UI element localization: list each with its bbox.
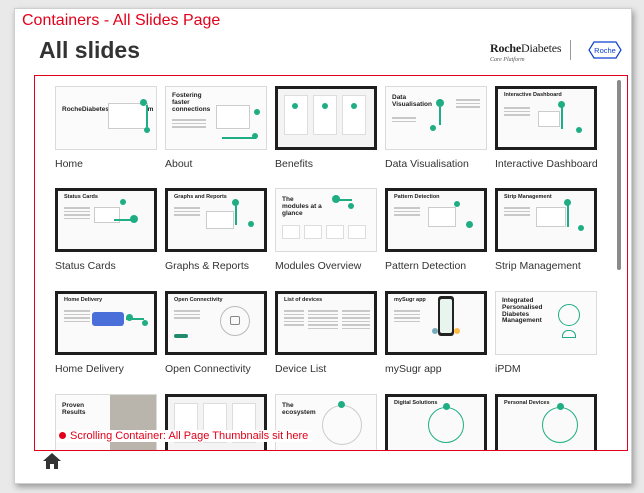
slide-tile-interactive-dashboard[interactable]: Interactive Dashboard Interactive Dashbo… xyxy=(495,86,598,170)
brand-name-light: Diabetes xyxy=(521,41,562,55)
slide-thumbnail: Digital Solutions xyxy=(385,394,487,450)
thumb-title: Open Connectivity xyxy=(174,297,223,303)
slide-thumbnail: Home Delivery xyxy=(55,291,157,355)
slide-tile-graphs-reports[interactable]: Graphs and Reports Graphs & Reports xyxy=(165,188,267,272)
slide-label: Strip Management xyxy=(495,260,581,272)
slide-label: Pattern Detection xyxy=(385,260,467,272)
slide-thumbnail: Strip Management xyxy=(495,188,597,252)
slide-tile-open-connectivity[interactable]: Open Connectivity Open Connectivity xyxy=(165,291,267,375)
slide-thumbnail xyxy=(275,86,377,150)
thumb-title: Strip Management xyxy=(504,194,552,200)
slide-tile-status-cards[interactable]: Status Cards Status Cards xyxy=(55,188,157,272)
thumb-title: Interactive Dashboard xyxy=(504,92,562,98)
slide-thumbnail: Personal Devices xyxy=(495,394,597,450)
slide-thumbnail xyxy=(165,394,267,450)
slide-label: About xyxy=(165,158,193,170)
slide-tile-modules-overview[interactable]: The modules at a glance Modules Overview xyxy=(275,188,377,272)
annotation-bullet xyxy=(59,432,66,439)
slide-thumbnail: Graphs and Reports xyxy=(165,188,267,252)
slide-label: Data Visualisation xyxy=(385,158,469,170)
slide-tile-digital-solutions[interactable]: Digital Solutions xyxy=(385,394,487,450)
annotation-page-label: Containers - All Slides Page xyxy=(22,12,221,29)
thumb-title: Proven Results xyxy=(62,402,86,416)
scrollbar[interactable] xyxy=(617,80,621,270)
slide-tile-device-list[interactable]: List of devices Device List xyxy=(275,291,377,375)
brand-name-bold: Roche xyxy=(490,41,521,55)
thumb-title: The ecosystem xyxy=(282,402,316,416)
slide-thumbnail: The modules at a glance xyxy=(275,188,377,252)
slide-label: Interactive Dashboard xyxy=(495,158,598,170)
slide-tile-ecosystem[interactable]: The ecosystem xyxy=(275,394,377,450)
slide-label: Status Cards xyxy=(55,260,116,272)
slide-thumbnail: Status Cards xyxy=(55,188,157,252)
slide-tile-proven-results[interactable]: Proven Results xyxy=(55,394,157,450)
annotation-scroll-text: Scrolling Container: All Page Thumbnails… xyxy=(70,430,309,442)
slide-tile-panels[interactable] xyxy=(165,394,267,450)
annotation-scroll-label: Scrolling Container: All Page Thumbnails… xyxy=(56,430,312,442)
thumb-title: Digital Solutions xyxy=(394,400,438,406)
slide-thumbnail: mySugr app xyxy=(385,291,487,355)
slide-label: mySugr app xyxy=(385,363,442,375)
page-title: All slides xyxy=(39,37,140,63)
slide-thumbnail: List of devices xyxy=(275,291,377,355)
home-icon[interactable] xyxy=(42,452,62,470)
slide-thumbnail: Integrated Personalised Diabetes Managem… xyxy=(495,291,597,355)
slide-tile-about[interactable]: Fostering faster connections About xyxy=(165,86,267,170)
slide-thumbnail: Proven Results xyxy=(55,394,157,450)
slide-label: Benefits xyxy=(275,158,313,170)
slide-tile-strip-management[interactable]: Strip Management Strip Management xyxy=(495,188,597,272)
slide-label: iPDM xyxy=(495,363,521,375)
slide-thumbnail: RocheDiabetes Care Platform xyxy=(55,86,157,150)
slide-label: Device List xyxy=(275,363,327,375)
thumb-title: Home Delivery xyxy=(64,297,103,303)
thumb-title: Integrated Personalised Diabetes Managem… xyxy=(502,297,543,325)
slide-thumbnail: Data Visualisation xyxy=(385,86,487,150)
slide-tile-home-delivery[interactable]: Home Delivery Home Delivery xyxy=(55,291,157,375)
slide-tile-personal-devices[interactable]: Personal Devices xyxy=(495,394,597,450)
slide-label: Home Delivery xyxy=(55,363,124,375)
slide-label: Open Connectivity xyxy=(165,363,251,375)
brand-logo: RocheDiabetes Care Platform xyxy=(490,41,586,63)
slide-thumbnail: Interactive Dashboard xyxy=(495,86,597,150)
slide-label: Home xyxy=(55,158,84,170)
roche-hexagon-logo: Roche xyxy=(588,41,622,59)
slide-label: Modules Overview xyxy=(275,260,362,272)
thumb-title: mySugr app xyxy=(394,297,426,303)
thumb-title: The modules at a glance xyxy=(282,196,322,217)
slide-thumbnail: Open Connectivity xyxy=(165,291,267,355)
brand-divider xyxy=(570,40,571,60)
slide-tile-home[interactable]: RocheDiabetes Care Platform Home xyxy=(55,86,157,170)
slide-thumbnail: The ecosystem xyxy=(275,394,377,450)
slides-scroll-container[interactable]: RocheDiabetes Care Platform Home Fosteri… xyxy=(34,75,628,451)
roche-logo-text: Roche xyxy=(594,46,616,55)
slide-tile-pattern-detection[interactable]: Pattern Detection Pattern Detection xyxy=(385,188,487,272)
slide-tile-data-visualisation[interactable]: Data Visualisation Data Visualisation xyxy=(385,86,487,170)
brand-subtitle: Care Platform xyxy=(490,57,525,63)
thumb-title: Graphs and Reports xyxy=(174,194,227,200)
slide-thumbnail: Pattern Detection xyxy=(385,188,487,252)
thumb-title: Pattern Detection xyxy=(394,194,440,200)
slide-tile-benefits[interactable]: Benefits xyxy=(275,86,377,170)
slide-label: Graphs & Reports xyxy=(165,260,250,272)
thumb-title: Personal Devices xyxy=(504,400,550,406)
thumb-title: Fostering faster connections xyxy=(172,92,211,113)
slide-thumbnail: Fostering faster connections xyxy=(165,86,267,150)
thumb-title: Data Visualisation xyxy=(392,94,432,108)
thumb-title: List of devices xyxy=(284,297,323,303)
thumb-title: Status Cards xyxy=(64,194,98,200)
slide-tile-mysugr-app[interactable]: mySugr app mySugr app xyxy=(385,291,487,375)
slide-tile-ipdm[interactable]: Integrated Personalised Diabetes Managem… xyxy=(495,291,597,375)
